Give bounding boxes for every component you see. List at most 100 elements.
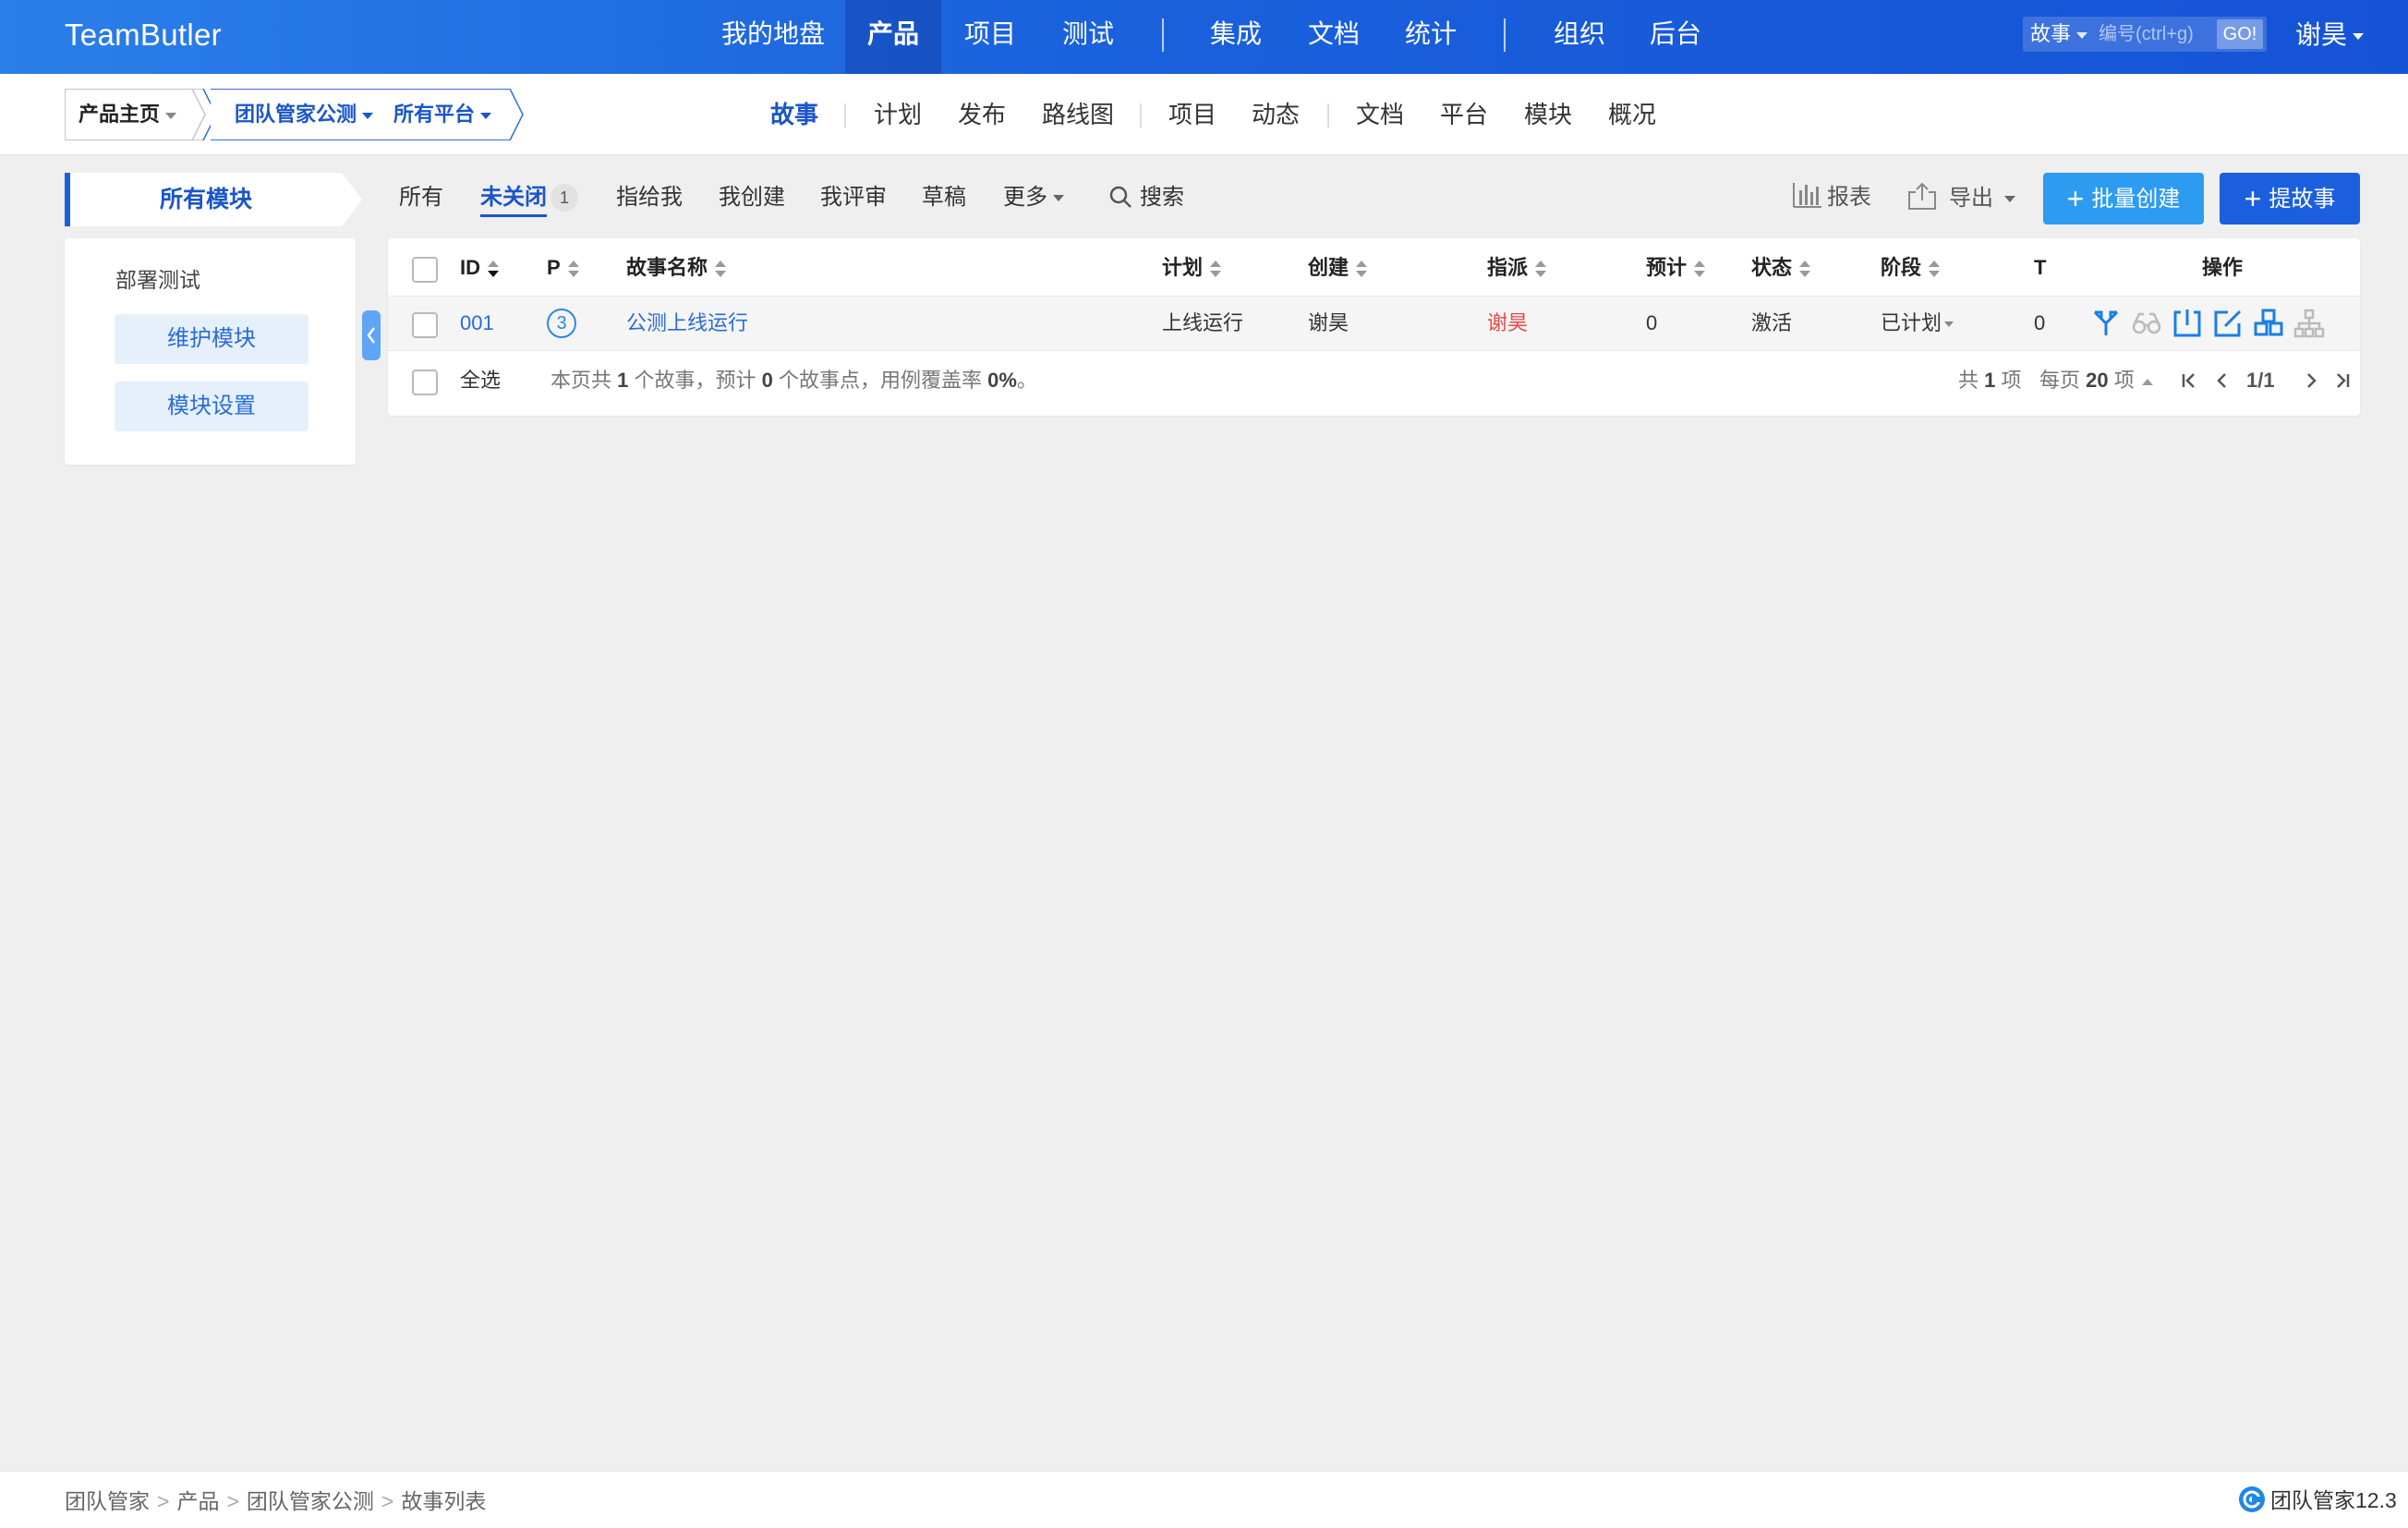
col-header-creator[interactable]: 创建	[1308, 253, 1368, 283]
nav-test[interactable]: 测试	[1040, 0, 1136, 74]
batch-create-button[interactable]: + 批量创建	[2043, 173, 2204, 224]
page-summary: 本页共 1 个故事，预计 0 个故事点，用例覆盖率 0%。	[551, 366, 1037, 395]
version-info[interactable]: 团队管家12.3	[2237, 1485, 2397, 1516]
tab-modules[interactable]: 模块	[1524, 96, 1572, 133]
tab-plans[interactable]: 计划	[874, 96, 922, 133]
product-select[interactable]: 团队管家公测	[235, 103, 374, 126]
nav-admin[interactable]: 后台	[1628, 0, 1724, 74]
summary-story-count: 1	[617, 369, 629, 392]
chevron-down-icon	[2004, 196, 2015, 203]
col-header-priority[interactable]: P	[547, 253, 579, 283]
story-assigned-to[interactable]: 谢昊	[1487, 309, 1528, 338]
platform-select[interactable]: 所有平台	[393, 103, 492, 126]
create-story-button[interactable]: + 提故事	[2220, 173, 2360, 224]
select-all-checkbox[interactable]	[412, 370, 438, 395]
module-settings-button[interactable]: 模块设置	[115, 382, 309, 431]
sidebar-collapse-toggle[interactable]	[362, 310, 381, 360]
tab-platforms[interactable]: 平台	[1440, 96, 1488, 133]
filter-more-dropdown[interactable]: 更多	[1003, 181, 1064, 214]
filter-reviewed-by-me[interactable]: 我评审	[820, 181, 887, 214]
filter-unclosed[interactable]: 未关闭	[480, 181, 547, 217]
last-page-icon[interactable]	[2329, 368, 2355, 394]
footer-crumb-product[interactable]: 产品	[176, 1489, 219, 1513]
close-story-icon[interactable]	[2171, 307, 2204, 340]
search-toggle[interactable]: 搜索	[1108, 181, 1184, 214]
maintain-modules-button[interactable]: 维护模块	[115, 314, 309, 364]
search-label: 搜索	[1140, 185, 1184, 210]
tab-releases[interactable]: 发布	[958, 96, 1006, 133]
col-header-name[interactable]: 故事名称	[626, 253, 727, 283]
select-all-label[interactable]: 全选	[460, 366, 501, 395]
col-plan-label: 计划	[1162, 256, 1204, 279]
nav-docs[interactable]: 文档	[1286, 0, 1382, 74]
user-name: 谢昊	[2295, 20, 2348, 49]
footer-crumb-product-name[interactable]: 团队管家公测	[247, 1489, 374, 1513]
tab-stories[interactable]: 故事	[770, 96, 818, 133]
sort-icon	[715, 261, 727, 278]
first-page-icon[interactable]	[2176, 368, 2202, 394]
nav-project[interactable]: 项目	[942, 0, 1038, 74]
edit-icon[interactable]	[2211, 307, 2245, 340]
plus-icon: +	[2244, 182, 2262, 215]
col-header-estimate[interactable]: 预计	[1646, 253, 1706, 283]
summary-story-points: 0	[761, 369, 773, 392]
prev-page-icon[interactable]	[2209, 368, 2235, 394]
next-page-icon[interactable]	[2298, 368, 2324, 394]
crumb-product-home[interactable]: 产品主页	[65, 89, 203, 140]
crumb-product-switcher[interactable]: 团队管家公测 所有平台	[211, 89, 510, 140]
nav-product[interactable]: 产品	[845, 0, 941, 74]
search-icon	[1109, 186, 1131, 208]
story-name-link[interactable]: 公测上线运行	[626, 309, 748, 338]
tab-roadmap[interactable]: 路线图	[1042, 96, 1114, 133]
quick-type-select[interactable]: 故事	[2030, 17, 2088, 52]
per-page-text: 每页	[2039, 369, 2087, 392]
platform-name: 所有平台	[393, 103, 476, 126]
app-logo-icon	[2239, 1486, 2265, 1512]
filter-created-by-me[interactable]: 我创建	[719, 181, 785, 214]
caret-up-icon	[2141, 378, 2153, 385]
module-sidebar: 部署测试 维护模块 模块设置	[65, 238, 356, 465]
row-checkbox[interactable]	[412, 312, 438, 338]
col-stage-label: 阶段	[1881, 256, 1922, 279]
report-button[interactable]: 报表	[1792, 181, 1871, 214]
tab-divider	[1140, 103, 1142, 127]
unclosed-count-badge: 1	[551, 184, 578, 212]
sort-icon	[1929, 261, 1941, 278]
export-dropdown[interactable]: 导出	[1906, 181, 2015, 215]
nav-stats[interactable]: 统计	[1383, 0, 1479, 74]
tab-overview[interactable]: 概况	[1608, 96, 1656, 133]
footer-crumb-home[interactable]: 团队管家	[65, 1489, 150, 1513]
change-icon[interactable]	[2089, 307, 2123, 340]
col-header-plan[interactable]: 计划	[1162, 253, 1222, 283]
nav-my-dashboard[interactable]: 我的地盘	[711, 0, 835, 74]
quick-go-button[interactable]: GO!	[2217, 19, 2263, 49]
story-id[interactable]: 001	[460, 309, 494, 338]
story-stage-dropdown[interactable]: 已计划	[1881, 309, 1954, 338]
nav-org[interactable]: 组织	[1531, 0, 1628, 74]
col-header-stage[interactable]: 阶段	[1881, 253, 1941, 283]
nav-divider	[1504, 18, 1506, 52]
module-group-label: 部署测试	[115, 268, 200, 292]
tab-docs[interactable]: 文档	[1356, 96, 1404, 133]
col-header-status[interactable]: 状态	[1751, 253, 1811, 283]
tab-projects[interactable]: 项目	[1168, 96, 1216, 133]
quick-id-input[interactable]	[2099, 17, 2209, 52]
export-label: 导出	[1949, 186, 1993, 211]
page-size-dropdown[interactable]: 每页 20 项	[2039, 366, 2153, 395]
filter-all[interactable]: 所有	[399, 181, 443, 214]
col-status-label: 状态	[1751, 256, 1793, 279]
export-icon	[1908, 182, 1936, 210]
app-logo[interactable]: TeamButler	[65, 15, 222, 55]
filter-drafts[interactable]: 草稿	[922, 181, 966, 214]
filter-more-label: 更多	[1003, 185, 1047, 210]
module-tree-header[interactable]: 所有模块	[65, 173, 364, 226]
user-menu[interactable]: 谢昊	[2295, 15, 2365, 55]
tab-dynamics[interactable]: 动态	[1252, 96, 1300, 133]
col-header-id[interactable]: ID	[460, 253, 499, 283]
create-case-icon[interactable]	[2252, 307, 2285, 340]
filter-assigned-to-me[interactable]: 指给我	[616, 181, 683, 214]
sort-icon	[1694, 261, 1706, 278]
header-checkbox[interactable]	[412, 257, 438, 283]
nav-integration[interactable]: 集成	[1188, 0, 1284, 74]
col-header-assigned[interactable]: 指派	[1487, 253, 1547, 283]
